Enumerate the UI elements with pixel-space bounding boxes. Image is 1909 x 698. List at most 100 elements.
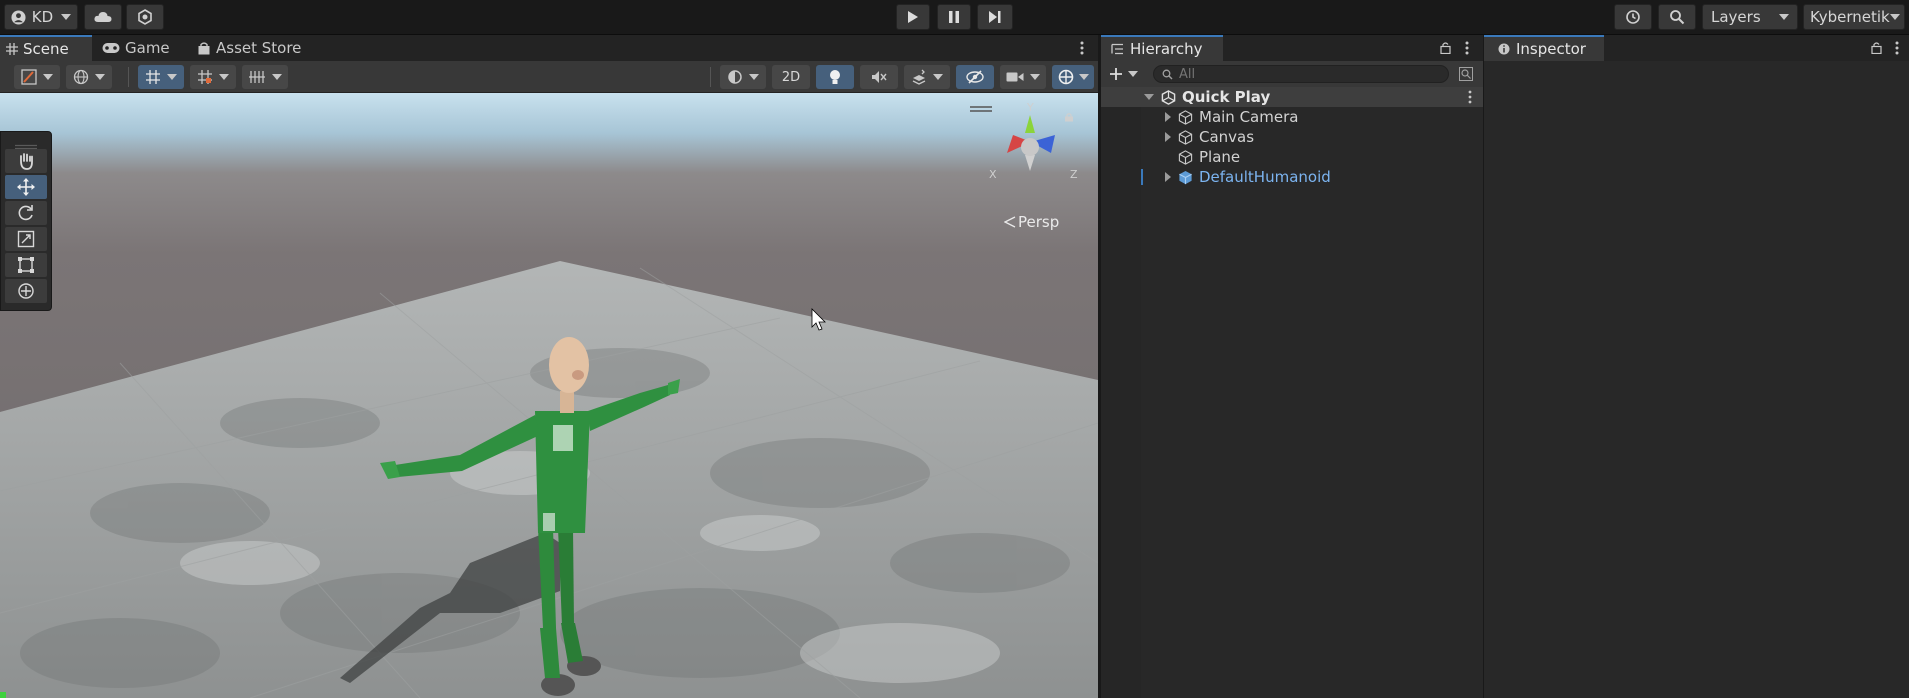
scene-render (0, 261, 1098, 698)
scene-panel: Scene Game Asset Store 2D Y X Z Persp (0, 35, 1098, 698)
layout-dropdown[interactable]: Kybernetik (1803, 4, 1905, 30)
transform-tool-button[interactable] (5, 279, 47, 303)
info-icon (1498, 43, 1510, 55)
effects-dropdown[interactable] (904, 65, 950, 89)
drag-handle-icon (970, 106, 992, 112)
search-options-icon (1459, 67, 1473, 81)
search-input[interactable] (1179, 66, 1429, 82)
kebab-menu-icon (1468, 90, 1472, 104)
panel-menu-button[interactable] (1078, 39, 1086, 57)
tab-label: Hierarchy (1130, 40, 1203, 58)
overlay-drag-handle[interactable] (15, 138, 37, 150)
tab-hierarchy[interactable]: Hierarchy (1101, 35, 1223, 61)
render-mode-dropdown[interactable] (720, 65, 766, 89)
status-indicator (0, 692, 6, 698)
scene-visibility-toggle[interactable] (956, 65, 994, 89)
shading-mode-icon (21, 69, 37, 85)
rect-tool-button[interactable] (5, 253, 47, 277)
chevron-down-icon (272, 74, 282, 80)
kebab-menu-icon (1080, 41, 1084, 55)
chevron-down-icon (95, 74, 105, 80)
projection-label: Persp (1018, 213, 1060, 231)
hierarchy-options-button[interactable] (1459, 67, 1473, 85)
hierarchy-item-default-humanoid[interactable]: DefaultHumanoid (1101, 167, 1483, 187)
gizmo-lock-button[interactable] (1064, 110, 1074, 122)
account-label: KD (31, 8, 54, 26)
prefab-cube-icon (1179, 170, 1192, 184)
hierarchy-menu-button[interactable] (1463, 39, 1471, 61)
hierarchy-toolbar (1101, 61, 1483, 88)
lock-icon (1440, 42, 1451, 55)
grid-visibility-dropdown[interactable] (242, 65, 288, 89)
global-local-dropdown[interactable] (66, 65, 112, 89)
bag-icon (198, 41, 210, 54)
lock-icon (1065, 113, 1073, 122)
inspector-menu-button[interactable] (1893, 39, 1901, 61)
account-icon (11, 9, 26, 25)
play-button[interactable] (896, 4, 930, 30)
gameobject-cube-icon (1178, 129, 1193, 145)
tab-game[interactable]: Game (98, 35, 176, 61)
hand-tool-button[interactable] (5, 149, 47, 173)
scene-viewport[interactable]: Y X Z Persp (0, 93, 1098, 698)
rotate-tool-button[interactable] (5, 201, 47, 225)
scale-tool-button[interactable] (5, 227, 47, 251)
camera-icon (1006, 72, 1024, 82)
item-label: DefaultHumanoid (1199, 168, 1331, 186)
cloud-button[interactable] (84, 4, 122, 30)
history-icon (1626, 10, 1640, 24)
tab-inspector[interactable]: Inspector (1484, 35, 1604, 61)
layers-dropdown[interactable]: Layers (1702, 4, 1798, 30)
hierarchy-item-plane[interactable]: Plane (1101, 147, 1483, 167)
increment-snap-dropdown[interactable] (190, 65, 236, 89)
create-dropdown[interactable] (1109, 64, 1143, 84)
undo-history-button[interactable] (1614, 4, 1652, 30)
scene-camera-dropdown[interactable] (1000, 65, 1046, 89)
inspector-tabstrip: Inspector (1484, 35, 1909, 61)
transform-tools-overlay (0, 131, 52, 311)
toolbar-divider (710, 67, 711, 87)
top-toolbar: KD Layers Kybernetik (0, 0, 1909, 35)
move-tool-button[interactable] (5, 175, 47, 199)
hierarchy-search[interactable] (1153, 65, 1449, 83)
hierarchy-lock-button[interactable] (1440, 41, 1451, 58)
collab-button[interactable] (126, 4, 164, 30)
hierarchy-tabstrip: Hierarchy (1101, 35, 1483, 61)
2d-toggle[interactable]: 2D (772, 65, 810, 89)
move-arrows-icon (17, 178, 35, 196)
collapse-arrow-icon[interactable] (1144, 94, 1154, 100)
grid-snapping-toggle[interactable] (138, 65, 184, 89)
pause-button[interactable] (937, 4, 971, 30)
orientation-gizmo[interactable] (985, 105, 1075, 195)
item-label: Canvas (1199, 128, 1255, 146)
scene-row-quick-play[interactable]: Quick Play (1101, 87, 1483, 107)
effects-icon (912, 69, 926, 85)
expand-arrow-icon[interactable] (1165, 112, 1171, 122)
item-label: Main Camera (1199, 108, 1299, 126)
gizmos-dropdown[interactable] (1052, 65, 1094, 89)
tab-asset-store[interactable]: Asset Store (194, 35, 314, 61)
step-button[interactable] (977, 4, 1013, 30)
inspector-lock-button[interactable] (1871, 41, 1882, 58)
transform-icon (18, 283, 34, 299)
chevron-down-icon (1030, 74, 1040, 80)
search-icon (1670, 10, 1685, 25)
unity-scene-icon (1161, 89, 1176, 105)
hierarchy-item-canvas[interactable]: Canvas (1101, 127, 1483, 147)
chevron-down-icon (749, 74, 759, 80)
hierarchy-list-icon (1111, 43, 1123, 55)
expand-arrow-icon[interactable] (1165, 172, 1171, 182)
overlay-menu-handle[interactable] (970, 101, 992, 112)
search-button[interactable] (1658, 4, 1696, 30)
expand-arrow-icon[interactable] (1165, 132, 1171, 142)
draw-mode-dropdown[interactable] (14, 65, 60, 89)
projection-toggle[interactable]: Persp (1004, 213, 1059, 231)
gamepad-icon (102, 43, 120, 53)
tab-scene[interactable]: Scene (0, 35, 92, 61)
chevron-down-icon (1128, 71, 1138, 77)
account-dropdown[interactable]: KD (4, 4, 78, 30)
hierarchy-item-main-camera[interactable]: Main Camera (1101, 107, 1483, 127)
tab-label: Scene (23, 40, 69, 58)
lighting-toggle[interactable] (816, 65, 854, 89)
audio-toggle[interactable] (860, 65, 898, 89)
